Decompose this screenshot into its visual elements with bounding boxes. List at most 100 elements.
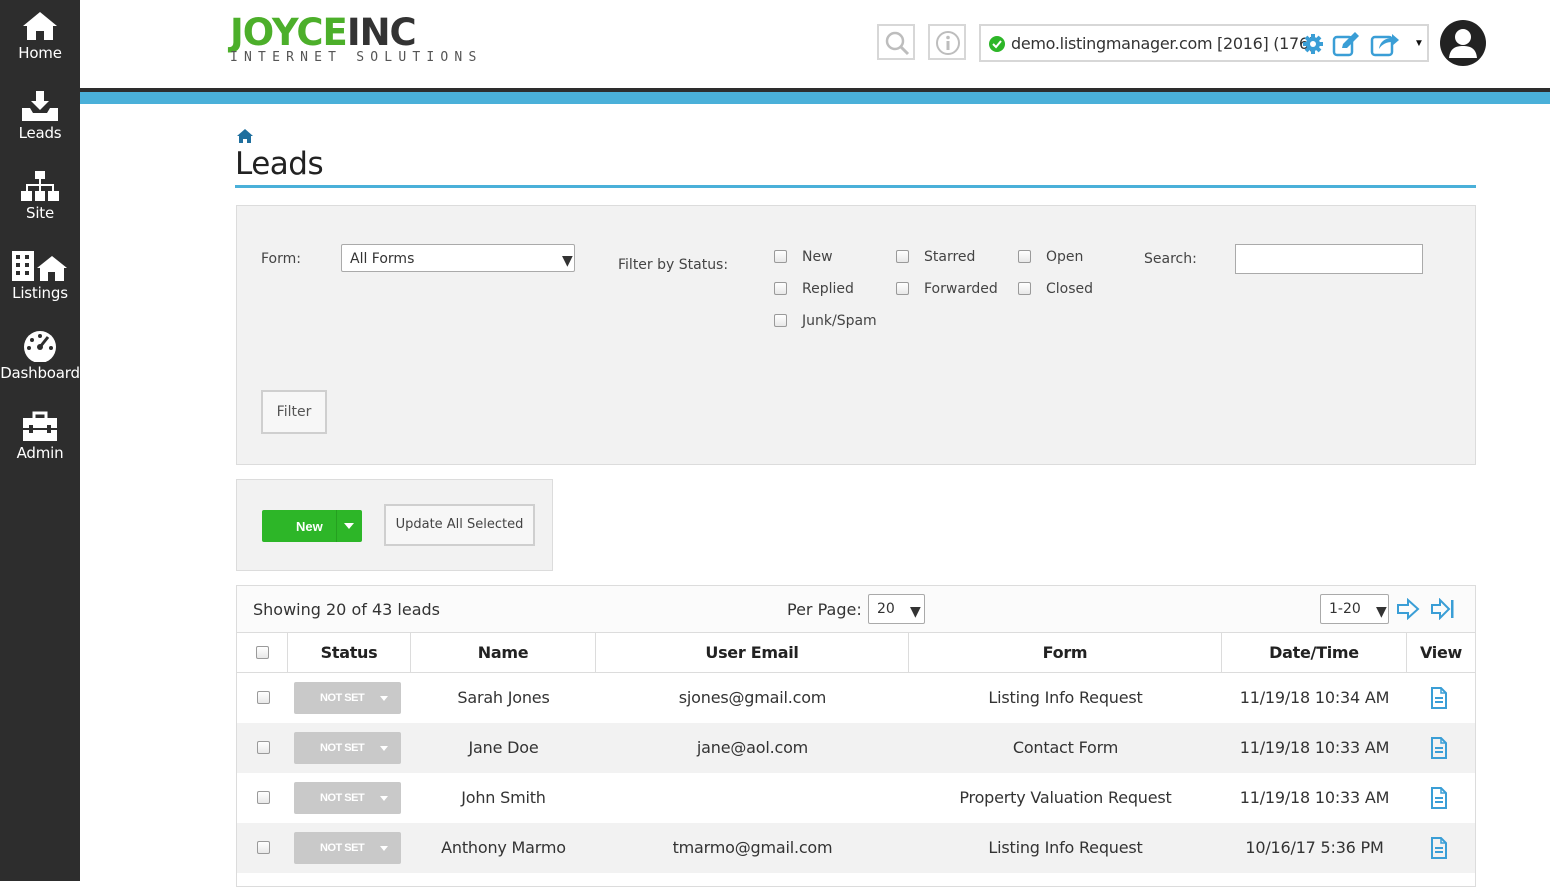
status-label-starred: Starred xyxy=(924,249,976,265)
form-select[interactable]: All Forms ▼ xyxy=(341,244,575,272)
document-icon[interactable] xyxy=(1430,686,1448,710)
caret-down-icon xyxy=(380,846,388,851)
status-value: NOT SET xyxy=(320,742,365,754)
page-range-select[interactable]: 1-20 ▼ xyxy=(1320,594,1389,624)
buildings-icon xyxy=(12,251,67,281)
table-row: NOT SET Jane Doe jane@aol.com Contact Fo… xyxy=(237,723,1475,773)
update-all-selected-button[interactable]: Update All Selected xyxy=(384,504,535,546)
title-underline xyxy=(235,185,1476,188)
company-logo[interactable]: JOYCEINC INTERNET SOLUTIONS xyxy=(230,14,482,66)
search-icon xyxy=(885,31,910,56)
lead-email xyxy=(596,773,909,823)
new-button[interactable]: New xyxy=(262,510,362,542)
next-page-icon[interactable] xyxy=(1396,598,1420,620)
status-checkbox-forwarded[interactable] xyxy=(896,282,909,295)
table-row: NOT SET Anthony Marmo tmarmo@gmail.com L… xyxy=(237,823,1475,873)
filter-panel: Form: All Forms ▼ Filter by Status: New … xyxy=(236,205,1476,465)
table-header-row: Status Name User Email Form Date/Time Vi… xyxy=(237,633,1475,673)
status-dropdown[interactable]: NOT SET xyxy=(294,832,401,864)
status-checkbox-closed[interactable] xyxy=(1018,282,1031,295)
status-label-junk: Junk/Spam xyxy=(802,313,877,329)
sidebar-item-label: Site xyxy=(26,204,54,222)
gear-icon[interactable] xyxy=(1302,33,1324,55)
filter-button[interactable]: Filter xyxy=(261,390,327,434)
row-checkbox[interactable] xyxy=(257,741,270,754)
search-button[interactable] xyxy=(877,24,915,60)
search-input[interactable] xyxy=(1235,244,1423,274)
chevron-down-icon[interactable]: ▼ xyxy=(1414,38,1424,49)
status-checkbox-new[interactable] xyxy=(774,250,787,263)
sidebar-item-dashboard[interactable]: Dashboard xyxy=(0,320,80,400)
document-icon[interactable] xyxy=(1430,736,1448,760)
column-header-status[interactable]: Status xyxy=(288,633,411,672)
user-icon xyxy=(1449,29,1477,58)
sidebar-item-listings[interactable]: Listings xyxy=(0,240,80,320)
page-title: Leads xyxy=(235,146,324,182)
inbox-download-icon xyxy=(22,91,58,121)
sitemap-icon xyxy=(21,171,59,201)
check-circle-icon xyxy=(989,36,1005,52)
sidebar-item-label: Dashboard xyxy=(0,364,80,382)
lead-form: Listing Info Request xyxy=(988,688,1143,707)
site-selector[interactable]: demo.listingmanager.com [2016] (176) ▼ xyxy=(979,24,1429,62)
sidebar-item-label: Admin xyxy=(16,444,64,462)
status-checkbox-open[interactable] xyxy=(1018,250,1031,263)
lead-email: sjones@gmail.com xyxy=(678,688,827,707)
caret-down-icon xyxy=(380,796,388,801)
column-header-datetime[interactable]: Date/Time xyxy=(1222,633,1407,672)
status-label-closed: Closed xyxy=(1046,281,1094,297)
sidebar-item-home[interactable]: Home xyxy=(0,0,80,80)
lead-email: jane@aol.com xyxy=(696,738,809,757)
status-label-new: New xyxy=(802,249,833,265)
sidebar-item-admin[interactable]: Admin xyxy=(0,400,80,480)
lead-name: Jane Doe xyxy=(468,738,539,757)
lead-form: Listing Info Request xyxy=(988,838,1143,857)
status-label-forwarded: Forwarded xyxy=(924,281,998,297)
status-dropdown[interactable]: NOT SET xyxy=(294,682,401,714)
sidebar-item-label: Home xyxy=(18,44,62,62)
info-icon xyxy=(936,31,960,55)
last-page-icon[interactable] xyxy=(1430,598,1456,620)
caret-down-icon[interactable] xyxy=(344,523,354,529)
document-icon[interactable] xyxy=(1430,786,1448,810)
status-checkbox-junk[interactable] xyxy=(774,314,787,327)
status-checkbox-starred[interactable] xyxy=(896,250,909,263)
share-edit-icon[interactable] xyxy=(1370,31,1400,57)
chevron-down-icon: ▼ xyxy=(562,253,573,269)
select-all-checkbox[interactable] xyxy=(256,646,269,659)
sidebar-item-site[interactable]: Site xyxy=(0,160,80,240)
document-icon[interactable] xyxy=(1430,836,1448,860)
status-dropdown[interactable]: NOT SET xyxy=(294,782,401,814)
lead-name: Anthony Marmo xyxy=(441,838,566,857)
lead-datetime: 11/19/18 10:33 AM xyxy=(1239,738,1390,757)
sidebar: Home Leads Site Listings Dashboard Admin xyxy=(0,0,80,881)
header-accent-bar xyxy=(80,92,1550,104)
toolbox-icon xyxy=(23,411,57,441)
caret-down-icon xyxy=(380,746,388,751)
breadcrumb-home-icon[interactable] xyxy=(236,128,254,144)
table-row: NOT SET John Smith Property Valuation Re… xyxy=(237,773,1475,823)
user-avatar[interactable] xyxy=(1440,20,1486,66)
table-toolbar: Showing 20 of 43 leads Per Page: 20 ▼ 1-… xyxy=(237,586,1475,633)
status-checkbox-replied[interactable] xyxy=(774,282,787,295)
action-panel: New Update All Selected xyxy=(236,479,553,571)
form-select-value: All Forms xyxy=(350,251,415,267)
edit-icon[interactable] xyxy=(1332,31,1360,57)
column-header-email[interactable]: User Email xyxy=(596,633,909,672)
sidebar-item-label: Leads xyxy=(18,124,62,142)
row-checkbox[interactable] xyxy=(257,791,270,804)
row-checkbox[interactable] xyxy=(257,691,270,704)
per-page-select[interactable]: 20 ▼ xyxy=(868,594,925,624)
lead-name: Sarah Jones xyxy=(457,688,550,707)
lead-datetime: 10/16/17 5:36 PM xyxy=(1245,838,1384,857)
column-header-name[interactable]: Name xyxy=(411,633,596,672)
sidebar-item-leads[interactable]: Leads xyxy=(0,80,80,160)
speedometer-icon xyxy=(24,331,56,362)
status-value: NOT SET xyxy=(320,692,365,704)
row-checkbox[interactable] xyxy=(257,841,270,854)
column-header-form[interactable]: Form xyxy=(909,633,1222,672)
status-filter-label: Filter by Status: xyxy=(618,257,729,273)
info-button[interactable] xyxy=(928,24,966,60)
page-range-value: 1-20 xyxy=(1329,601,1361,617)
status-dropdown[interactable]: NOT SET xyxy=(294,732,401,764)
